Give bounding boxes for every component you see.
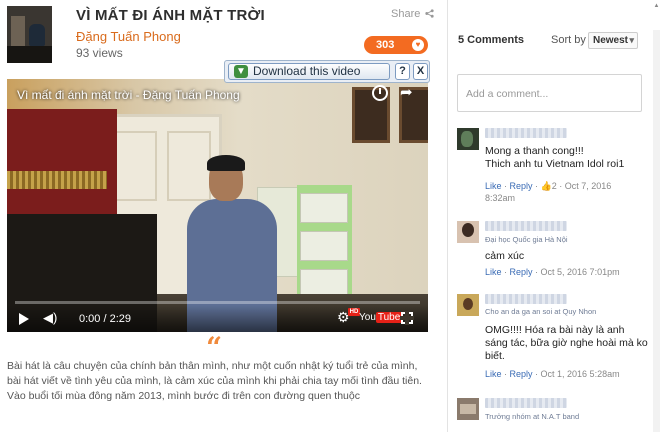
sort-select[interactable]: Newest: [588, 32, 638, 49]
player-controls: ◀) 0:00 / 2:29 ⚙ HD You Tube: [7, 305, 428, 332]
youtube-you: You: [359, 312, 376, 323]
heart-icon: ♥: [412, 39, 424, 51]
video-overlay-title[interactable]: Vì mất đi ánh mặt trời - Đặng Tuấn Phong: [17, 88, 240, 102]
video-description: Bài hát là câu chuyện của chính bản thân…: [7, 360, 422, 402]
download-close-button[interactable]: X: [413, 63, 428, 80]
avatar[interactable]: [457, 294, 479, 316]
comment-input[interactable]: Add a comment...: [457, 74, 642, 112]
like-link[interactable]: Like: [485, 267, 502, 277]
youtube-tube: Tube: [375, 312, 403, 323]
comment-text: OMG!!!! Hóa ra bài này là anh sáng tác, …: [485, 324, 648, 362]
like-counter-button[interactable]: 303 ♥: [364, 36, 428, 54]
comment-text: cảm xúc: [485, 250, 525, 262]
commenter-name[interactable]: [485, 398, 567, 408]
progress-bar[interactable]: [15, 301, 420, 304]
comment-meta: Like · Reply · 👍2 · Oct 7, 2016 8:32am: [485, 181, 612, 203]
avatar[interactable]: [457, 128, 479, 150]
download-toolbar: ▼ Download this video ? X: [224, 60, 430, 83]
volume-icon[interactable]: ◀): [43, 310, 57, 326]
download-video-button[interactable]: ▼ Download this video: [228, 63, 390, 80]
download-arrow-icon: ▼: [234, 65, 248, 78]
sort-label: Sort by: [551, 34, 586, 46]
comments-panel: ▲ 5 Comments Sort by Newest Add a commen…: [447, 0, 660, 432]
watch-later-icon[interactable]: [372, 85, 388, 101]
comment-date: Oct 5, 2016 7:01pm: [540, 267, 620, 277]
scrollbar[interactable]: [653, 30, 660, 432]
download-label: Download this video: [253, 64, 361, 78]
commenter-name[interactable]: [485, 128, 567, 138]
video-title: VÌ MẤT ĐI ÁNH MẶT TRỜI: [76, 7, 265, 24]
comment-meta: Like · Reply · Oct 5, 2016 7:01pm: [485, 267, 620, 277]
time-display: 0:00 / 2:29: [79, 313, 131, 325]
avatar[interactable]: [457, 221, 479, 243]
scroll-up-icon[interactable]: ▲: [653, 2, 660, 10]
commenter-name[interactable]: [485, 221, 567, 231]
video-player[interactable]: Vì mất đi ánh mặt trời - Đặng Tuấn Phong…: [7, 79, 428, 332]
commenter-name[interactable]: [485, 294, 567, 304]
comment-text: Mong a thanh cong!!! Thich anh tu Vietna…: [485, 145, 625, 170]
comment-date: Oct 1, 2016 5:28am: [540, 369, 620, 379]
youtube-logo[interactable]: You Tube: [359, 312, 403, 323]
avatar[interactable]: [457, 398, 479, 420]
fullscreen-icon[interactable]: [400, 311, 414, 325]
comment-like-count: 2: [551, 181, 557, 191]
sort-value: Newest: [593, 35, 629, 46]
view-count: 93 views: [76, 46, 123, 60]
commenter-affiliation: Cho an da ga an soi at Quy Nhon: [485, 307, 597, 316]
reply-link[interactable]: Reply: [510, 369, 533, 379]
share-button[interactable]: Share: [391, 8, 435, 20]
play-icon[interactable]: [19, 313, 29, 325]
like-link[interactable]: Like: [485, 369, 502, 379]
download-help-button[interactable]: ?: [395, 63, 410, 80]
reply-link[interactable]: Reply: [510, 181, 533, 191]
channel-thumbnail[interactable]: [7, 6, 52, 63]
video-panel: VÌ MẤT ĐI ÁNH MẶT TRỜI Đặng Tuấn Phong 9…: [0, 0, 440, 432]
commenter-affiliation: Đại học Quốc gia Hà Nội: [485, 235, 568, 244]
video-share-icon[interactable]: ➦: [400, 83, 413, 101]
share-icon: [425, 9, 435, 18]
comment-count: 5 Comments: [458, 34, 525, 46]
quote-icon: “: [206, 331, 223, 364]
like-link[interactable]: Like: [485, 181, 502, 191]
thumbs-up-icon: 👍: [540, 181, 552, 191]
reply-link[interactable]: Reply: [510, 267, 533, 277]
comment-meta: Like · Reply · Oct 1, 2016 5:28am: [485, 369, 620, 379]
commenter-affiliation: Trưởng nhóm at N.A.T band: [485, 412, 580, 421]
share-label: Share: [391, 8, 421, 20]
author-link[interactable]: Đặng Tuấn Phong: [76, 29, 181, 44]
like-count: 303: [376, 39, 395, 51]
